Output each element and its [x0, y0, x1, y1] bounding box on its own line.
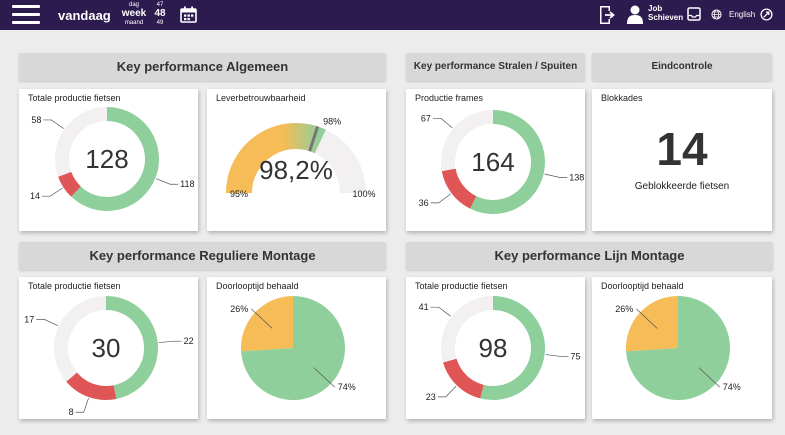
- card-stralen-productie: Productie frames 138 36 67 164: [406, 89, 585, 231]
- donut-center-value: 30: [92, 333, 121, 363]
- user-first-name: Job: [648, 4, 663, 13]
- label-leader: [75, 397, 89, 413]
- segment-label: 75: [570, 351, 580, 361]
- segment-label: 138: [569, 172, 584, 182]
- period-month[interactable]: maand: [120, 20, 148, 26]
- globe-icon[interactable]: [711, 9, 722, 20]
- pie-chart: 74% 26%: [230, 296, 356, 400]
- language-selector[interactable]: English: [729, 10, 755, 19]
- donut-chart: 118 14 58 128: [30, 107, 195, 211]
- label-leader: [430, 306, 451, 317]
- donut-center-value: 98: [479, 333, 508, 363]
- donut-center-value: 164: [471, 147, 514, 177]
- section-header-reguliere: Key performance Reguliere Montage: [19, 242, 386, 270]
- donut-chart: 138 36 67 164: [419, 110, 584, 214]
- week-current[interactable]: 48: [153, 9, 167, 19]
- segment-label: 41: [419, 302, 429, 312]
- menu-icon[interactable]: [12, 5, 40, 25]
- segment-label: 67: [421, 113, 431, 123]
- label-leader: [36, 319, 59, 327]
- slice-label: 26%: [230, 304, 248, 314]
- section-header-eindcontrole: Eindcontrole: [592, 53, 772, 81]
- label-leader: [158, 340, 182, 344]
- blocked-caption: Geblokkeerde fietsen: [634, 181, 730, 192]
- segment-label: 14: [30, 191, 40, 201]
- card-algemeen-productie: Totale productie fietsen 118 14 58 128: [19, 89, 198, 231]
- card-title: Blokkades: [601, 93, 643, 103]
- user-icon[interactable]: [626, 4, 644, 24]
- segment-label: 22: [184, 336, 194, 346]
- period-today-link[interactable]: vandaag: [58, 8, 111, 23]
- donut-center-value: 128: [85, 144, 128, 174]
- donut-segment[interactable]: [443, 358, 484, 399]
- segment-label: 58: [31, 115, 41, 125]
- segment-label: 17: [24, 314, 34, 324]
- top-bar: vandaag dag week maand 47 48 49 Job Schi…: [0, 0, 785, 30]
- label-leader: [545, 354, 569, 357]
- user-name[interactable]: Job Schieven: [648, 4, 683, 22]
- period-week[interactable]: week: [120, 9, 148, 19]
- card-lijn-productie: Totale productie fietsen 75 23 41 98: [406, 277, 585, 419]
- card-blokkades: Blokkades 14 Geblokkeerde fietsen: [592, 89, 772, 231]
- donut-segment[interactable]: [441, 168, 477, 209]
- period-selector[interactable]: dag week maand: [120, 2, 148, 26]
- card-leverbetrouwbaarheid: Leverbetrouwbaarheid 98% 98,2% 95% 100%: [207, 89, 386, 231]
- user-last-name: Schieven: [648, 13, 684, 23]
- label-leader: [544, 173, 568, 178]
- gauge-max-label: 100%: [352, 189, 375, 199]
- gauge-value: 98,2%: [259, 155, 333, 185]
- donut-chart: 75 23 41 98: [419, 296, 580, 402]
- label-leader: [43, 119, 64, 129]
- card-lijn-doorloop: Doorlooptijd behaald 74% 26%: [592, 277, 772, 419]
- segment-label: 118: [180, 179, 194, 189]
- gauge-chart: 98% 98,2% 95% 100%: [226, 117, 376, 199]
- segment-label: 23: [426, 392, 436, 402]
- segment-label: 36: [419, 198, 429, 208]
- donut-segment[interactable]: [58, 171, 82, 197]
- inbox-icon[interactable]: [687, 7, 701, 21]
- logout-icon[interactable]: [598, 5, 616, 25]
- week-selector[interactable]: 47 48 49: [153, 2, 167, 26]
- donut-chart: 22 8 17 30: [24, 296, 194, 417]
- calendar-icon[interactable]: [180, 6, 197, 23]
- label-leader: [430, 193, 451, 204]
- card-reguliere-doorloop: Doorlooptijd behaald 74% 26%: [207, 277, 386, 419]
- gauge-min-label: 95%: [230, 189, 248, 199]
- label-leader: [156, 178, 179, 185]
- segment-label: 8: [69, 407, 74, 417]
- donut-segment[interactable]: [66, 372, 117, 400]
- section-header-lijn: Key performance Lijn Montage: [406, 242, 773, 270]
- card-reguliere-productie: Totale productie fietsen 22 8 17 30: [19, 277, 198, 419]
- section-header-stralen: Key performance Stralen / Spuiten: [406, 53, 585, 81]
- blocked-count: 14: [656, 123, 708, 175]
- settings-icon[interactable]: [760, 8, 773, 21]
- pie-chart: 74% 26%: [615, 296, 741, 400]
- week-next[interactable]: 49: [153, 20, 167, 26]
- label-leader: [432, 117, 453, 129]
- slice-label: 74%: [338, 382, 356, 392]
- slice-label: 26%: [615, 304, 633, 314]
- slice-label: 74%: [723, 382, 741, 392]
- gauge-target-label: 98%: [323, 117, 341, 127]
- section-header-algemeen: Key performance Algemeen: [19, 53, 386, 81]
- label-leader: [42, 187, 63, 197]
- label-leader: [437, 385, 457, 398]
